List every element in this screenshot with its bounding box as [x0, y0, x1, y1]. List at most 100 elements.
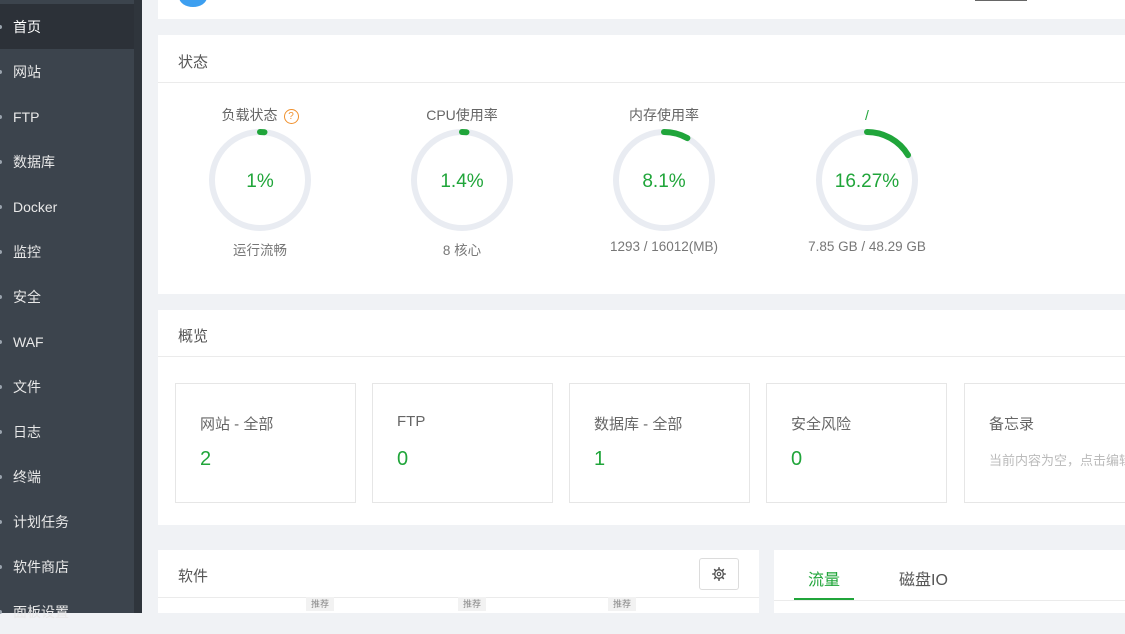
sidebar-item-cron[interactable]: 计划任务 [0, 499, 134, 544]
sidebar-item-panel-settings[interactable]: 面板设置 [0, 589, 134, 634]
sidebar-item-label: 计划任务 [13, 513, 69, 530]
overview-card-websites[interactable]: 网站 - 全部 2 [175, 383, 356, 503]
software-settings-button[interactable] [699, 558, 739, 590]
bullet-icon [0, 249, 2, 254]
gauge-ring: 16.27% [816, 129, 918, 231]
overview-card-security-risk[interactable]: 安全风险 0 [766, 383, 947, 503]
gauge-title: CPU使用率 [426, 107, 498, 123]
software-panel: 软件 推荐 推荐 推荐 [158, 550, 759, 613]
sidebar-item-label: FTP [13, 108, 40, 125]
card-title: 安全风险 [791, 416, 852, 433]
gauge-value: 16.27% [835, 171, 900, 192]
sidebar-item-docker[interactable]: Docker [0, 184, 134, 229]
sidebar: 首页 网站 FTP 数据库 Docker 监控 安全 WAF 文件 日志 终端 … [0, 0, 142, 620]
bullet-icon [0, 384, 2, 389]
sidebar-item-app-store[interactable]: 软件商店 [0, 544, 134, 589]
sidebar-nav: 首页 网站 FTP 数据库 Docker 监控 安全 WAF 文件 日志 终端 … [0, 0, 134, 620]
bullet-icon [0, 204, 2, 209]
card-title: 备忘录 [989, 416, 1035, 433]
sidebar-item-label: 监控 [13, 243, 41, 260]
gauge-subtitle: 运行流畅 [233, 243, 287, 258]
card-value[interactable]: 0 [791, 448, 802, 471]
gauge-ring: 8.1% [613, 129, 715, 231]
overview-card-ftp[interactable]: FTP 0 [372, 383, 553, 503]
cpu-gauge[interactable]: CPU使用率 1.4% 8 核心 [382, 105, 542, 259]
sidebar-item-files[interactable]: 文件 [0, 364, 134, 409]
memory-gauge[interactable]: 内存使用率 8.1% 1293 / 16012(MB) [584, 105, 744, 254]
system-logo-icon [179, 0, 207, 7]
overview-card-memo[interactable]: 备忘录 当前内容为空，点击编辑 [964, 383, 1125, 503]
recommend-badge: 推荐 [306, 597, 334, 611]
question-circle-icon[interactable]: ? [283, 109, 299, 124]
bullet-icon [0, 339, 2, 344]
gauge-subtitle: 7.85 GB / 48.29 GB [808, 239, 926, 254]
sidebar-item-security[interactable]: 安全 [0, 274, 134, 319]
sidebar-item-label: WAF [13, 333, 44, 350]
bullet-icon [0, 294, 2, 299]
panel-divider [774, 600, 1125, 601]
gauge-title: / [865, 107, 869, 123]
recommend-badge: 推荐 [608, 597, 636, 611]
gauge-title: 内存使用率 [629, 107, 699, 123]
card-value[interactable]: 1 [594, 448, 605, 471]
card-title: FTP [397, 413, 426, 430]
tab-disk-io[interactable]: 磁盘IO [899, 566, 948, 590]
bullet-icon [0, 474, 2, 479]
gauge-subtitle: 1293 / 16012(MB) [609, 239, 719, 254]
overview-card-databases[interactable]: 数据库 - 全部 1 [569, 383, 750, 503]
recommend-badge: 推荐 [458, 597, 486, 611]
sidebar-item-label: 网站 [13, 63, 41, 80]
bullet-icon [0, 159, 2, 164]
gear-icon [712, 567, 726, 581]
tab-traffic[interactable]: 流量 [808, 566, 840, 590]
sidebar-item-monitor[interactable]: 监控 [0, 229, 134, 274]
bullet-icon [0, 24, 2, 29]
sidebar-item-label: 首页 [13, 18, 41, 35]
sidebar-item-label: 日志 [13, 423, 41, 440]
sidebar-item-label: Docker [13, 198, 58, 215]
gauge-title: 负载状态? [180, 105, 340, 125]
card-value[interactable]: 0 [397, 448, 408, 471]
top-info-panel [158, 0, 1125, 19]
gauge-ring: 1.4% [411, 129, 513, 231]
gauge-subtitle: 8 核心 [442, 243, 482, 258]
disk-gauge[interactable]: / 16.27% 7.85 GB / 48.29 GB [787, 105, 947, 254]
sidebar-item-ftp[interactable]: FTP [0, 94, 134, 139]
sidebar-item-label: 数据库 [13, 153, 55, 170]
gauge-value: 8.1% [642, 171, 685, 192]
traffic-panel: 流量 磁盘IO [774, 550, 1125, 613]
sidebar-scrollbar[interactable] [134, 0, 142, 613]
sidebar-item-website[interactable]: 网站 [0, 49, 134, 94]
panel-title: 概览 [178, 328, 209, 345]
sidebar-item-label: 软件商店 [13, 558, 69, 575]
bullet-icon [0, 564, 2, 569]
card-title: 数据库 - 全部 [594, 416, 683, 433]
bullet-icon [0, 69, 2, 74]
panel-title: 软件 [178, 568, 209, 585]
bullet-icon [0, 519, 2, 524]
sidebar-item-terminal[interactable]: 终端 [0, 454, 134, 499]
panel-title: 状态 [178, 54, 209, 71]
gauge-ring: 1% [209, 129, 311, 231]
load-gauge[interactable]: 负载状态? 1% 运行流畅 [180, 105, 340, 259]
sidebar-item-waf[interactable]: WAF [0, 319, 134, 364]
card-title: 网站 - 全部 [200, 416, 274, 433]
status-panel: 状态 负载状态? 1% 运行流畅 CPU使用率 1.4% 8 核心 内存使用率 … [158, 35, 1125, 294]
gauge-value: 1% [246, 171, 274, 192]
bullet-icon [0, 114, 2, 119]
gauge-value: 1.4% [440, 171, 483, 192]
panel-divider [158, 356, 1125, 357]
overview-panel: 概览 网站 - 全部 2 FTP 0 数据库 - 全部 1 安全风险 0 备忘录… [158, 310, 1125, 525]
memo-placeholder[interactable]: 当前内容为空，点击编辑 [989, 450, 1125, 469]
link-underline[interactable] [975, 0, 1027, 1]
sidebar-item-label: 安全 [13, 288, 41, 305]
card-value[interactable]: 2 [200, 448, 211, 471]
sidebar-item-home[interactable]: 首页 [0, 4, 134, 49]
bullet-icon [0, 429, 2, 434]
sidebar-item-logs[interactable]: 日志 [0, 409, 134, 454]
sidebar-item-database[interactable]: 数据库 [0, 139, 134, 184]
sidebar-item-label: 终端 [13, 468, 41, 485]
sidebar-item-label: 文件 [13, 378, 41, 395]
sidebar-item-label: 面板设置 [13, 603, 69, 620]
panel-divider [158, 82, 1125, 83]
